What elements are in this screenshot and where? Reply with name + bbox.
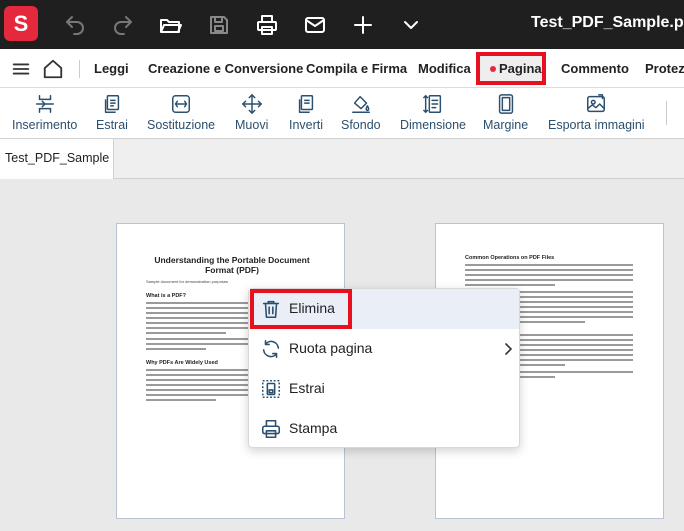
page-heading: Common Operations on PDF Files: [465, 255, 555, 261]
tool-margine[interactable]: Margine: [483, 88, 528, 139]
context-menu-label: Estrai: [289, 380, 325, 396]
invert-icon: [295, 93, 317, 115]
toolbar-divider: [666, 101, 667, 125]
tool-label: Dimensione: [400, 118, 467, 132]
tool-label: Sfondo: [341, 118, 381, 132]
mail-icon[interactable]: [302, 12, 328, 38]
active-dot-icon: [490, 66, 496, 72]
tool-label: Estrai: [96, 118, 128, 132]
tool-dimensione[interactable]: Dimensione: [400, 88, 466, 139]
context-menu-ruota-pagina[interactable]: Ruota pagina: [249, 329, 519, 369]
tool-inverti[interactable]: Inverti: [289, 88, 323, 139]
menu-commento[interactable]: Commento: [561, 61, 629, 76]
open-folder-icon[interactable]: [157, 12, 183, 38]
margin-icon: [495, 93, 517, 115]
tool-label: Inverti: [289, 118, 324, 132]
print-icon[interactable]: [254, 12, 280, 38]
print-icon: [260, 418, 282, 440]
insert-icon: [34, 93, 56, 115]
tool-sostituzione[interactable]: Sostituzione: [147, 88, 215, 139]
hamburger-menu-icon[interactable]: [9, 57, 33, 81]
page-heading: Why PDFs Are Widely Used: [146, 360, 218, 366]
page-title: Understanding the Portable Document Form…: [154, 255, 310, 275]
tool-label: Esporta immagini: [548, 118, 645, 132]
menu-compila-firma[interactable]: Compila e Firma: [306, 61, 407, 76]
replace-icon: [170, 93, 192, 115]
context-menu-label: Ruota pagina: [289, 340, 373, 356]
extract-icon: [101, 93, 123, 115]
chevron-right-icon: [505, 343, 512, 355]
context-menu-stampa[interactable]: Stampa: [249, 409, 519, 449]
menu-modifica[interactable]: Modifica: [418, 61, 471, 76]
rotate-icon: [260, 338, 282, 360]
document-tab[interactable]: Test_PDF_Sample: [0, 139, 114, 179]
extract-page-icon: [260, 378, 282, 400]
document-tab-label: Test_PDF_Sample: [5, 151, 110, 165]
document-tab-strip: Test_PDF_Sample: [0, 139, 684, 179]
menu-bar: Leggi Creazione e Conversione Compila e …: [0, 49, 684, 88]
save-icon[interactable]: [206, 12, 232, 38]
app-logo[interactable]: S: [4, 6, 38, 41]
tool-label: Muovi: [235, 118, 269, 132]
menu-divider: [79, 60, 80, 78]
move-icon: [241, 93, 263, 115]
undo-icon[interactable]: [62, 12, 88, 38]
tool-label: Margine: [483, 118, 529, 132]
tool-esporta-immagini[interactable]: Esporta immagini: [548, 88, 645, 139]
tool-label: Sostituzione: [147, 118, 216, 132]
menu-protezione[interactable]: Protezi: [645, 61, 684, 76]
export-images-icon: [585, 93, 607, 115]
context-menu-estrai[interactable]: Estrai: [249, 369, 519, 409]
title-bar: S Test_PDF_Sample.pdf: [0, 0, 684, 49]
tool-inserimento[interactable]: Inserimento: [12, 88, 77, 139]
page-heading: What is a PDF?: [146, 293, 187, 299]
document-title: Test_PDF_Sample.pdf: [531, 14, 684, 31]
chevron-down-icon[interactable]: [398, 12, 424, 38]
tool-estrai[interactable]: Estrai: [96, 88, 128, 139]
context-menu-elimina[interactable]: Elimina: [249, 289, 519, 329]
size-icon: [422, 93, 444, 115]
menu-pagina-label: Pagina: [499, 61, 542, 76]
page-toolbar: Inserimento Estrai Sostituzione Muovi In…: [0, 88, 684, 139]
highlight-box: [250, 289, 352, 329]
tool-label: Inserimento: [12, 118, 78, 132]
tool-muovi[interactable]: Muovi: [235, 88, 268, 139]
menu-leggi[interactable]: Leggi: [94, 61, 129, 76]
page-subtitle: Sample document for demonstration purpos…: [146, 279, 229, 284]
menu-pagina[interactable]: Pagina: [476, 52, 546, 85]
background-icon: [350, 93, 372, 115]
home-icon[interactable]: [41, 57, 65, 81]
tool-sfondo[interactable]: Sfondo: [341, 88, 381, 139]
context-menu-label: Stampa: [289, 420, 338, 436]
redo-icon[interactable]: [110, 12, 136, 38]
menu-creazione-conversione[interactable]: Creazione e Conversione: [148, 61, 303, 76]
add-icon[interactable]: [350, 12, 376, 38]
context-menu: Elimina Ruota pagina Estrai Stampa: [248, 288, 520, 448]
